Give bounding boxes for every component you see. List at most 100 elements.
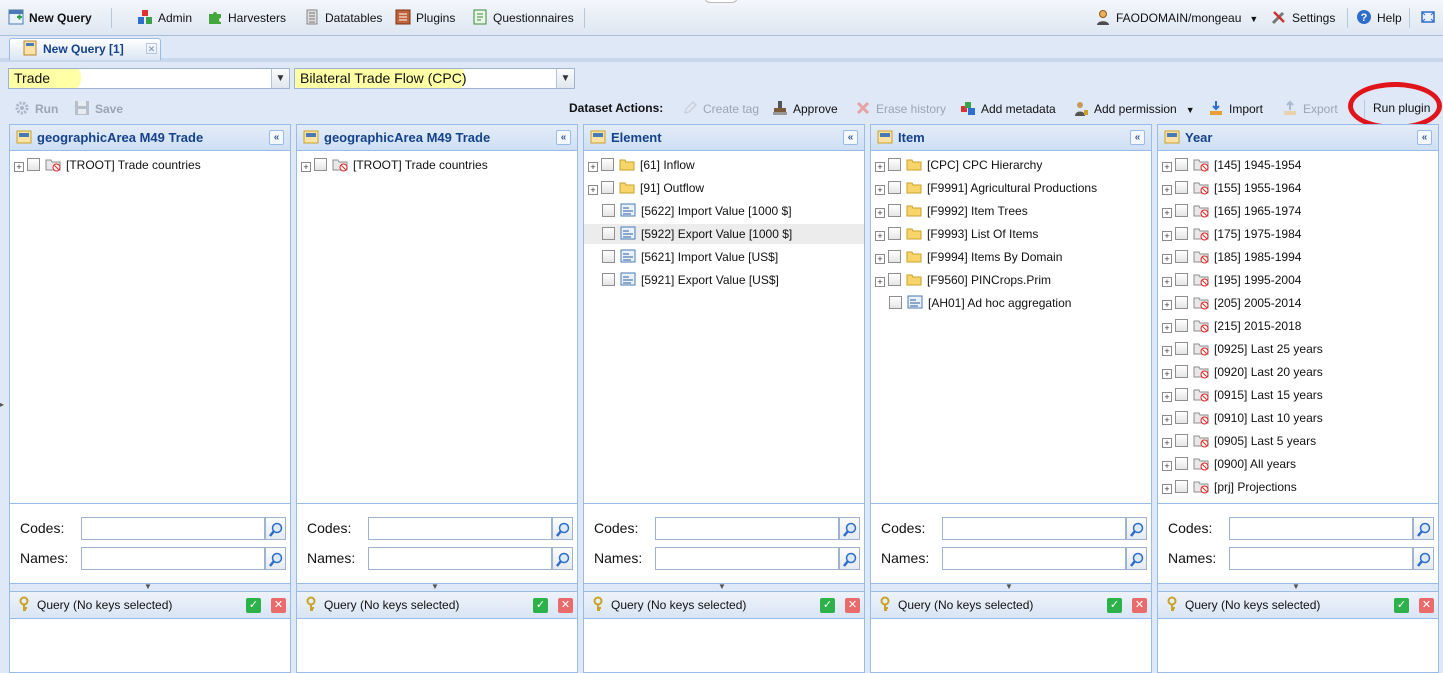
codes-input[interactable] bbox=[1229, 517, 1413, 540]
tree-node[interactable]: + [0915] Last 15 years bbox=[1162, 385, 1323, 405]
expand-icon[interactable]: + bbox=[1162, 346, 1172, 356]
expand-icon[interactable]: + bbox=[875, 277, 885, 287]
add-metadata-button[interactable]: Add metadata bbox=[960, 100, 1056, 118]
node-checkbox[interactable] bbox=[601, 181, 614, 194]
node-checkbox[interactable] bbox=[1175, 250, 1188, 263]
export-button[interactable]: Export bbox=[1282, 100, 1338, 118]
tree-node[interactable]: + [91] Outflow bbox=[588, 178, 704, 198]
node-checkbox[interactable] bbox=[1175, 204, 1188, 217]
expand-icon[interactable]: + bbox=[1162, 415, 1172, 425]
clear-icon[interactable]: ✕ bbox=[1419, 598, 1434, 613]
node-checkbox[interactable] bbox=[1175, 158, 1188, 171]
clear-icon[interactable]: ✕ bbox=[845, 598, 860, 613]
codes-search-button[interactable] bbox=[552, 517, 573, 540]
node-checkbox[interactable] bbox=[27, 158, 40, 171]
collapse-icon[interactable]: « bbox=[843, 130, 858, 145]
chevron-down-icon[interactable]: ▼ bbox=[271, 69, 289, 88]
clear-icon[interactable]: ✕ bbox=[271, 598, 286, 613]
expand-icon[interactable]: + bbox=[875, 208, 885, 218]
names-search-button[interactable] bbox=[552, 547, 573, 570]
questionnaires-button[interactable]: Questionnaires bbox=[472, 9, 574, 27]
collapse-icon[interactable]: « bbox=[269, 130, 284, 145]
node-checkbox[interactable] bbox=[602, 250, 615, 263]
expand-icon[interactable]: + bbox=[1162, 392, 1172, 402]
node-checkbox[interactable] bbox=[888, 250, 901, 263]
new-query-button[interactable]: New Query bbox=[8, 9, 92, 27]
erase-history-button[interactable]: Erase history bbox=[855, 100, 946, 118]
panel-splitter[interactable]: ▼ bbox=[297, 583, 577, 591]
import-button[interactable]: Import bbox=[1208, 100, 1263, 118]
expand-icon[interactable]: + bbox=[1162, 231, 1172, 241]
tree-node[interactable]: [5922] Export Value [1000 $] bbox=[584, 224, 864, 244]
expand-icon[interactable]: + bbox=[1162, 254, 1172, 264]
node-checkbox[interactable] bbox=[888, 181, 901, 194]
expand-icon[interactable]: + bbox=[14, 162, 24, 172]
tree-node[interactable]: + [0920] Last 20 years bbox=[1162, 362, 1323, 382]
expand-icon[interactable]: + bbox=[875, 254, 885, 264]
top-collapse-handle[interactable] bbox=[704, 0, 738, 3]
tree-node[interactable]: [5921] Export Value [US$] bbox=[588, 270, 779, 290]
node-checkbox[interactable] bbox=[601, 158, 614, 171]
tree-node[interactable]: + [0925] Last 25 years bbox=[1162, 339, 1323, 359]
tab-new-query[interactable]: New Query [1] ✕ bbox=[9, 38, 161, 60]
node-checkbox[interactable] bbox=[602, 273, 615, 286]
tree-node[interactable]: + [195] 1995-2004 bbox=[1162, 270, 1301, 290]
tree-node[interactable]: + [F9993] List Of Items bbox=[875, 224, 1038, 244]
domain-select[interactable]: Trade ▼ bbox=[8, 68, 290, 89]
node-checkbox[interactable] bbox=[888, 158, 901, 171]
codes-input[interactable] bbox=[942, 517, 1126, 540]
node-checkbox[interactable] bbox=[1175, 227, 1188, 240]
codes-search-button[interactable] bbox=[839, 517, 860, 540]
tree-node[interactable]: + [F9992] Item Trees bbox=[875, 201, 1028, 221]
expand-icon[interactable]: + bbox=[1162, 323, 1172, 333]
harvesters-button[interactable]: Harvesters bbox=[207, 9, 286, 27]
node-checkbox[interactable] bbox=[602, 227, 615, 240]
expand-icon[interactable]: + bbox=[1162, 438, 1172, 448]
confirm-icon[interactable]: ✓ bbox=[246, 598, 261, 613]
chevron-down-icon[interactable]: ▼ bbox=[556, 69, 574, 88]
node-checkbox[interactable] bbox=[602, 204, 615, 217]
save-button[interactable]: Save bbox=[74, 100, 123, 118]
tree-node[interactable]: + [205] 2005-2014 bbox=[1162, 293, 1301, 313]
node-checkbox[interactable] bbox=[1175, 273, 1188, 286]
codes-input[interactable] bbox=[81, 517, 265, 540]
tree-node[interactable]: + [165] 1965-1974 bbox=[1162, 201, 1301, 221]
codes-search-button[interactable] bbox=[265, 517, 286, 540]
collapse-icon[interactable]: « bbox=[1130, 130, 1145, 145]
names-input[interactable] bbox=[81, 547, 265, 570]
tree-node[interactable]: + [TROOT] Trade countries bbox=[301, 155, 488, 175]
expand-icon[interactable]: + bbox=[1162, 369, 1172, 379]
confirm-icon[interactable]: ✓ bbox=[533, 598, 548, 613]
node-checkbox[interactable] bbox=[1175, 434, 1188, 447]
tree-node[interactable]: + [0905] Last 5 years bbox=[1162, 431, 1316, 451]
codes-search-button[interactable] bbox=[1413, 517, 1434, 540]
names-search-button[interactable] bbox=[839, 547, 860, 570]
node-checkbox[interactable] bbox=[888, 204, 901, 217]
expand-icon[interactable]: + bbox=[1162, 484, 1172, 494]
datatables-button[interactable]: Datatables bbox=[304, 9, 382, 27]
panel-splitter[interactable]: ▼ bbox=[584, 583, 864, 591]
expand-icon[interactable]: + bbox=[1162, 277, 1172, 287]
plugins-button[interactable]: Plugins bbox=[395, 9, 455, 27]
names-input[interactable] bbox=[655, 547, 839, 570]
panel-splitter[interactable]: ▼ bbox=[10, 583, 290, 591]
names-input[interactable] bbox=[368, 547, 552, 570]
dataset-select[interactable]: Bilateral Trade Flow (CPC) ▼ bbox=[294, 68, 575, 89]
expand-icon[interactable]: + bbox=[1162, 208, 1172, 218]
node-checkbox[interactable] bbox=[314, 158, 327, 171]
expand-icon[interactable]: + bbox=[588, 185, 598, 195]
tree-node[interactable]: + [215] 2015-2018 bbox=[1162, 316, 1301, 336]
expand-icon[interactable]: + bbox=[301, 162, 311, 172]
settings-button[interactable]: Settings bbox=[1271, 9, 1335, 27]
node-checkbox[interactable] bbox=[1175, 411, 1188, 424]
collapse-icon[interactable]: « bbox=[556, 130, 571, 145]
names-search-button[interactable] bbox=[1126, 547, 1147, 570]
node-checkbox[interactable] bbox=[1175, 342, 1188, 355]
add-permission-button[interactable]: Add permission ▼ bbox=[1073, 100, 1195, 118]
node-checkbox[interactable] bbox=[888, 227, 901, 240]
expand-icon[interactable]: + bbox=[1162, 162, 1172, 172]
node-checkbox[interactable] bbox=[1175, 319, 1188, 332]
tree-node[interactable]: + [F9994] Items By Domain bbox=[875, 247, 1062, 267]
names-input[interactable] bbox=[1229, 547, 1413, 570]
expand-icon[interactable]: + bbox=[588, 162, 598, 172]
